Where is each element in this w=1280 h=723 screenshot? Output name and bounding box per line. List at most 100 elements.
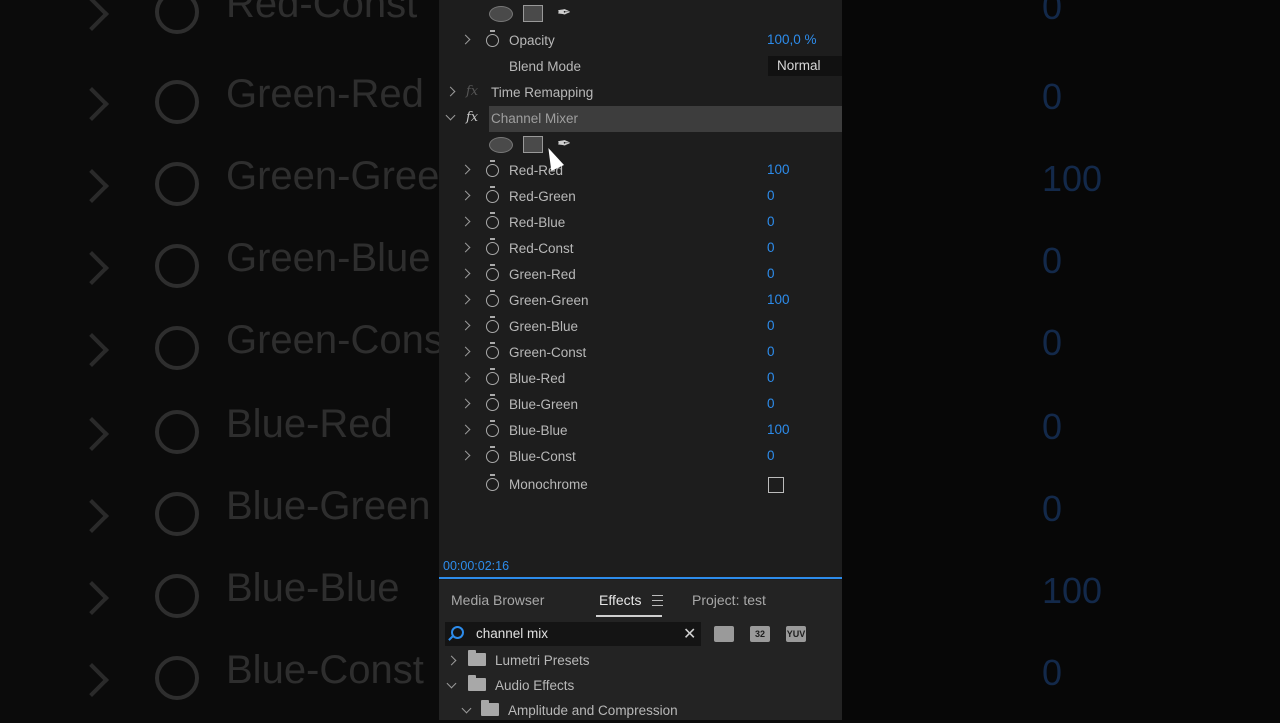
param-value[interactable]: 0 xyxy=(767,240,775,255)
active-tab-indicator xyxy=(596,615,662,617)
tab-media-browser[interactable]: Media Browser xyxy=(451,592,544,608)
chevron-right-icon xyxy=(75,581,109,615)
tab-effects[interactable]: Effects xyxy=(599,592,642,608)
background-row-label: Blue-Red xyxy=(226,402,393,446)
fx-icon[interactable]: fx xyxy=(466,110,478,125)
chevron-right-icon xyxy=(75,251,109,285)
rectangle-mask-icon[interactable] xyxy=(523,5,543,22)
background-row-value: 0 xyxy=(1042,0,1063,27)
stopwatch-icon[interactable] xyxy=(486,238,499,255)
param-row[interactable]: Green-Const 0 xyxy=(439,340,842,366)
chevron-right-icon[interactable] xyxy=(446,655,457,666)
param-row[interactable]: Red-Const 0 xyxy=(439,236,842,262)
tab-project[interactable]: Project: test xyxy=(692,592,766,608)
chevron-right-icon[interactable] xyxy=(460,294,471,305)
param-value[interactable]: 0 xyxy=(767,448,775,463)
param-value[interactable]: 0 xyxy=(767,188,775,203)
tree-item[interactable]: Audio Effects xyxy=(439,673,842,698)
time-remapping-row[interactable]: fx Time Remapping xyxy=(439,80,842,106)
param-row[interactable]: Red-Red 100 xyxy=(439,158,842,184)
monochrome-row[interactable]: Monochrome xyxy=(439,472,842,498)
opacity-value[interactable]: 100,0 % xyxy=(767,32,817,47)
stopwatch-icon[interactable] xyxy=(486,342,499,359)
opacity-label: Opacity xyxy=(509,33,555,48)
pen-tool-icon[interactable]: ✒ xyxy=(557,3,571,23)
param-row[interactable]: Blue-Blue 100 xyxy=(439,418,842,444)
background-row-value: 0 xyxy=(1042,240,1063,281)
accelerated-effects-filter-icon[interactable] xyxy=(714,626,734,642)
param-row[interactable]: Green-Green 100 xyxy=(439,288,842,314)
param-row[interactable]: Blue-Red 0 xyxy=(439,366,842,392)
chevron-right-icon[interactable] xyxy=(460,268,471,279)
chevron-down-icon[interactable] xyxy=(446,678,457,689)
param-value[interactable]: 0 xyxy=(767,370,775,385)
chevron-right-icon[interactable] xyxy=(445,86,456,97)
param-value[interactable]: 100 xyxy=(767,292,790,307)
stopwatch-icon[interactable] xyxy=(486,474,499,491)
param-label: Red-Green xyxy=(509,189,576,204)
channel-mixer-mask-tools: ✒ xyxy=(489,134,589,154)
rectangle-mask-icon[interactable] xyxy=(523,136,543,153)
chevron-down-icon[interactable] xyxy=(445,110,456,121)
stopwatch-icon[interactable] xyxy=(486,446,499,463)
monochrome-checkbox[interactable] xyxy=(768,477,784,493)
search-input[interactable] xyxy=(476,626,676,641)
param-label: Green-Red xyxy=(509,267,576,282)
param-value[interactable]: 0 xyxy=(767,396,775,411)
param-row[interactable]: Green-Blue 0 xyxy=(439,314,842,340)
chevron-right-icon[interactable] xyxy=(460,346,471,357)
chevron-right-icon[interactable] xyxy=(460,190,471,201)
ellipse-mask-icon[interactable] xyxy=(489,6,513,22)
param-row[interactable]: Green-Red 0 xyxy=(439,262,842,288)
stopwatch-icon[interactable] xyxy=(486,290,499,307)
tree-item[interactable]: Lumetri Presets xyxy=(439,648,842,673)
chevron-right-icon[interactable] xyxy=(460,216,471,227)
param-value[interactable]: 100 xyxy=(767,422,790,437)
stopwatch-icon[interactable] xyxy=(486,420,499,437)
pen-tool-icon[interactable]: ✒ xyxy=(557,134,571,154)
chevron-right-icon[interactable] xyxy=(460,164,471,175)
param-value[interactable]: 0 xyxy=(767,214,775,229)
background-row-label: Green-Red xyxy=(226,72,424,116)
32-bit-filter-icon[interactable]: 32 xyxy=(750,626,770,642)
stopwatch-icon[interactable] xyxy=(486,30,499,47)
channel-mixer-header[interactable]: fx Channel Mixer xyxy=(439,106,842,132)
chevron-right-icon[interactable] xyxy=(460,320,471,331)
chevron-down-icon[interactable] xyxy=(461,703,472,714)
chevron-right-icon[interactable] xyxy=(460,34,471,45)
background-row-value: 0 xyxy=(1042,488,1063,529)
chevron-right-icon[interactable] xyxy=(460,450,471,461)
param-row[interactable]: Blue-Green 0 xyxy=(439,392,842,418)
clear-search-icon[interactable]: ✕ xyxy=(683,624,696,644)
folder-icon xyxy=(468,675,486,691)
param-row[interactable]: Red-Blue 0 xyxy=(439,210,842,236)
panel-menu-icon[interactable] xyxy=(652,595,663,606)
stopwatch-icon[interactable] xyxy=(486,316,499,333)
tree-item-label: Amplitude and Compression xyxy=(508,703,678,718)
chevron-right-icon[interactable] xyxy=(460,242,471,253)
yuv-filter-icon[interactable]: YUV xyxy=(786,626,806,642)
background-row-value: 0 xyxy=(1042,652,1063,693)
tree-item[interactable]: Amplitude and Compression xyxy=(439,698,842,723)
stopwatch-icon[interactable] xyxy=(486,186,499,203)
stopwatch-icon[interactable] xyxy=(486,368,499,385)
stopwatch-icon[interactable] xyxy=(486,264,499,281)
stopwatch-icon[interactable] xyxy=(486,212,499,229)
fx-icon[interactable]: fx xyxy=(466,84,478,99)
param-value[interactable]: 0 xyxy=(767,344,775,359)
chevron-right-icon[interactable] xyxy=(460,424,471,435)
chevron-right-icon[interactable] xyxy=(460,372,471,383)
param-value[interactable]: 100 xyxy=(767,162,790,177)
param-value[interactable]: 0 xyxy=(767,266,775,281)
param-row[interactable]: Red-Green 0 xyxy=(439,184,842,210)
stopwatch-icon[interactable] xyxy=(486,160,499,177)
ellipse-mask-icon[interactable] xyxy=(489,137,513,153)
chevron-right-icon[interactable] xyxy=(460,398,471,409)
param-value[interactable]: 0 xyxy=(767,318,775,333)
stopwatch-icon xyxy=(155,656,199,700)
blend-mode-dropdown[interactable]: Normal xyxy=(768,56,842,76)
opacity-row[interactable]: Opacity 100,0 % xyxy=(439,28,842,54)
param-row[interactable]: Blue-Const 0 xyxy=(439,444,842,470)
stopwatch-icon[interactable] xyxy=(486,394,499,411)
timecode[interactable]: 00:00:02:16 xyxy=(443,559,509,573)
